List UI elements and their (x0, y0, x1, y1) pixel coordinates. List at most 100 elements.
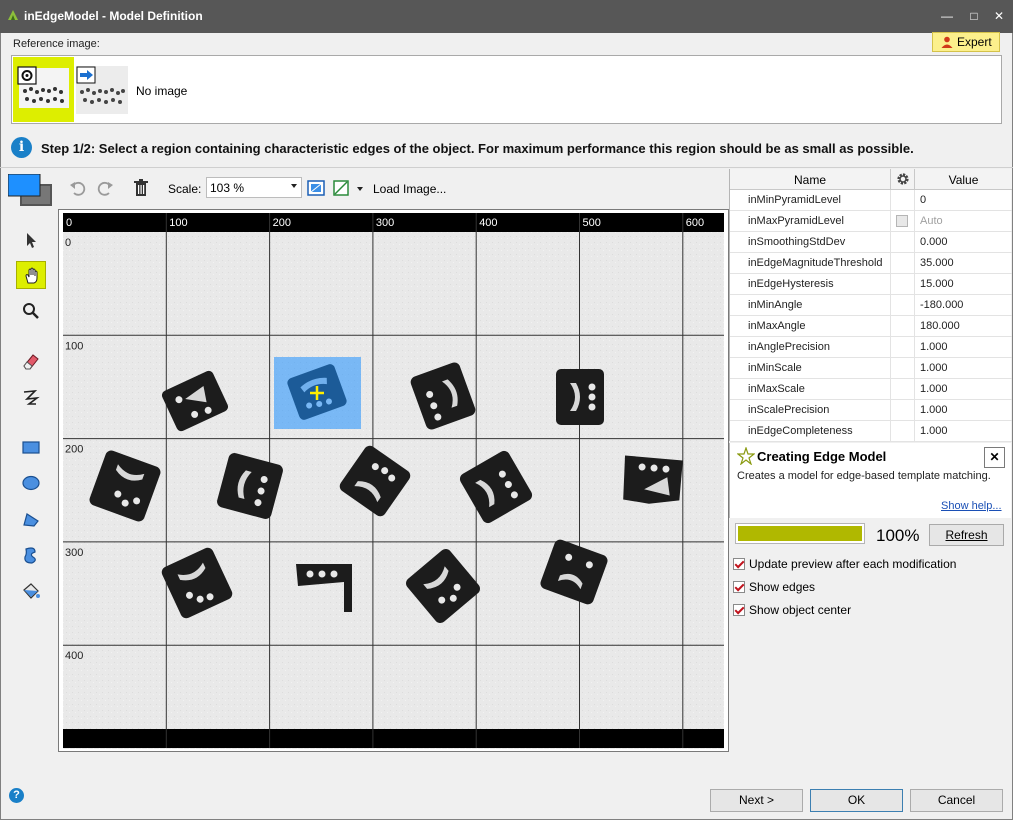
property-value[interactable]: 1.000 (920, 425, 948, 437)
help-icon[interactable]: ? (9, 788, 24, 803)
trash-icon[interactable] (131, 178, 151, 198)
property-row[interactable]: inMaxAngle 180.000 (730, 316, 1012, 337)
next-button[interactable]: Next > (710, 789, 803, 812)
property-value[interactable]: 0 (920, 194, 926, 206)
color-picker-swatch[interactable] (7, 173, 52, 206)
ruler-x-tick: 400 (479, 217, 497, 229)
property-value[interactable]: 1.000 (920, 404, 948, 416)
property-row[interactable]: inMinAngle -180.000 (730, 295, 1012, 316)
property-value[interactable]: 35.000 (920, 257, 954, 269)
overlay-toggle-icon[interactable] (332, 178, 352, 198)
info-icon: i (11, 137, 32, 158)
ruler-x-tick: 0 (66, 217, 72, 229)
help-description: Creates a model for edge-based template … (737, 470, 991, 482)
pointer-icon (27, 233, 36, 248)
property-row[interactable]: inMinScale 1.000 (730, 358, 1012, 379)
magnifier-icon (23, 303, 39, 319)
checkbox-checked-icon[interactable] (733, 558, 745, 570)
property-row[interactable]: inEdgeHysteresis 15.000 (730, 274, 1012, 295)
expert-button[interactable]: Expert (932, 32, 1000, 52)
chevron-down-icon (291, 184, 297, 188)
ruler-y-tick: 300 (65, 547, 83, 559)
property-value[interactable]: 1.000 (920, 383, 948, 395)
freeform-region-tool[interactable] (16, 541, 46, 569)
property-row[interactable]: inEdgeMagnitudeThreshold 35.000 (730, 253, 1012, 274)
image-canvas[interactable]: 0 100 200 300 400 500 600 0 100 200 300 400 (58, 209, 729, 752)
property-value[interactable]: 15.000 (920, 278, 954, 290)
property-row[interactable]: inMaxPyramidLevel Auto (730, 211, 1012, 232)
column-header-value[interactable]: Value (915, 173, 1012, 187)
zoom-tool[interactable] (16, 297, 46, 325)
help-title: Creating Edge Model (757, 449, 887, 464)
cancel-button[interactable]: Cancel (910, 789, 1003, 812)
load-image-button[interactable]: Load Image... (373, 182, 446, 196)
fit-to-window-icon[interactable] (306, 178, 326, 198)
expert-button-label: Expert (957, 35, 992, 49)
polygon-tool[interactable] (16, 505, 46, 533)
eraser-tool[interactable] (16, 347, 46, 375)
rectangle-tool[interactable] (16, 433, 46, 461)
property-row[interactable]: inSmoothingStdDev 0.000 (730, 232, 1012, 253)
minimize-button[interactable]: — (938, 8, 956, 24)
property-name: inEdgeMagnitudeThreshold (748, 257, 883, 269)
property-name: inMaxPyramidLevel (748, 215, 844, 227)
property-value[interactable]: -180.000 (920, 299, 963, 311)
progress-bar (735, 523, 865, 544)
property-name: inScalePrecision (748, 404, 830, 416)
freehand-tool[interactable] (16, 383, 46, 411)
property-link-cell (890, 190, 915, 211)
reference-image-panel: No image (11, 55, 1002, 124)
auto-checkbox[interactable] (896, 215, 908, 227)
overlay-dropdown-icon[interactable] (350, 178, 370, 198)
undo-icon[interactable] (68, 178, 88, 198)
checkbox-checked-icon[interactable] (733, 604, 745, 616)
property-row[interactable]: inScalePrecision 1.000 (730, 400, 1012, 421)
property-link-cell (890, 421, 915, 442)
ellipse-tool[interactable] (16, 469, 46, 497)
property-grid: Name Value inMinPyramidLevel 0 inMaxPyrami… (729, 169, 1012, 442)
reference-thumbnail-input[interactable] (76, 66, 128, 114)
property-link-cell (890, 295, 915, 316)
property-value[interactable]: 1.000 (920, 341, 948, 353)
column-header-name[interactable]: Name (730, 173, 890, 187)
title-bar: inEdgeModel - Model Definition — □ ✕ (0, 0, 1013, 33)
user-icon (941, 36, 953, 48)
property-name: inMaxScale (748, 383, 805, 395)
close-button[interactable]: ✕ (990, 8, 1008, 24)
ruler-x-tick: 600 (686, 217, 704, 229)
refresh-button[interactable]: Refresh (929, 524, 1004, 546)
property-link-cell (890, 253, 915, 274)
ruler-y-tick: 200 (65, 444, 83, 456)
property-name: inMinAngle (748, 299, 803, 311)
property-value[interactable]: Auto (920, 215, 943, 227)
property-row[interactable]: inMinPyramidLevel 0 (730, 190, 1012, 211)
property-row[interactable]: inEdgeCompleteness 1.000 (730, 421, 1012, 442)
property-link-cell (890, 379, 915, 400)
property-row[interactable]: inMaxScale 1.000 (730, 379, 1012, 400)
column-header-options[interactable] (890, 169, 915, 190)
reference-thumbnail-selected[interactable] (13, 57, 74, 122)
property-link-cell (890, 337, 915, 358)
help-close-button[interactable]: ✕ (984, 447, 1005, 468)
property-value[interactable]: 1.000 (920, 362, 948, 374)
redo-icon[interactable] (95, 178, 115, 198)
progress-percent: 100% (876, 526, 920, 545)
property-link-cell (890, 211, 915, 232)
checkbox-checked-icon[interactable] (733, 581, 745, 593)
ok-button[interactable]: OK (810, 789, 903, 812)
ok-button-label: OK (847, 793, 866, 807)
scale-dropdown[interactable]: 103 % (206, 177, 302, 198)
pan-tool[interactable] (16, 261, 46, 289)
fill-tool[interactable] (16, 577, 46, 605)
ruler-x-tick: 300 (376, 217, 394, 229)
property-row[interactable]: inAnglePrecision 1.000 (730, 337, 1012, 358)
show-help-link[interactable]: Show help... (941, 500, 1002, 512)
property-name: inEdgeCompleteness (748, 425, 853, 437)
cancel-button-label: Cancel (937, 793, 976, 807)
maximize-button[interactable]: □ (965, 8, 983, 24)
freehand-curve-icon (23, 390, 40, 405)
property-value[interactable]: 0.000 (920, 236, 948, 248)
property-value[interactable]: 180.000 (920, 320, 960, 332)
ruler-x-tick: 100 (169, 217, 187, 229)
select-tool[interactable] (16, 226, 46, 254)
